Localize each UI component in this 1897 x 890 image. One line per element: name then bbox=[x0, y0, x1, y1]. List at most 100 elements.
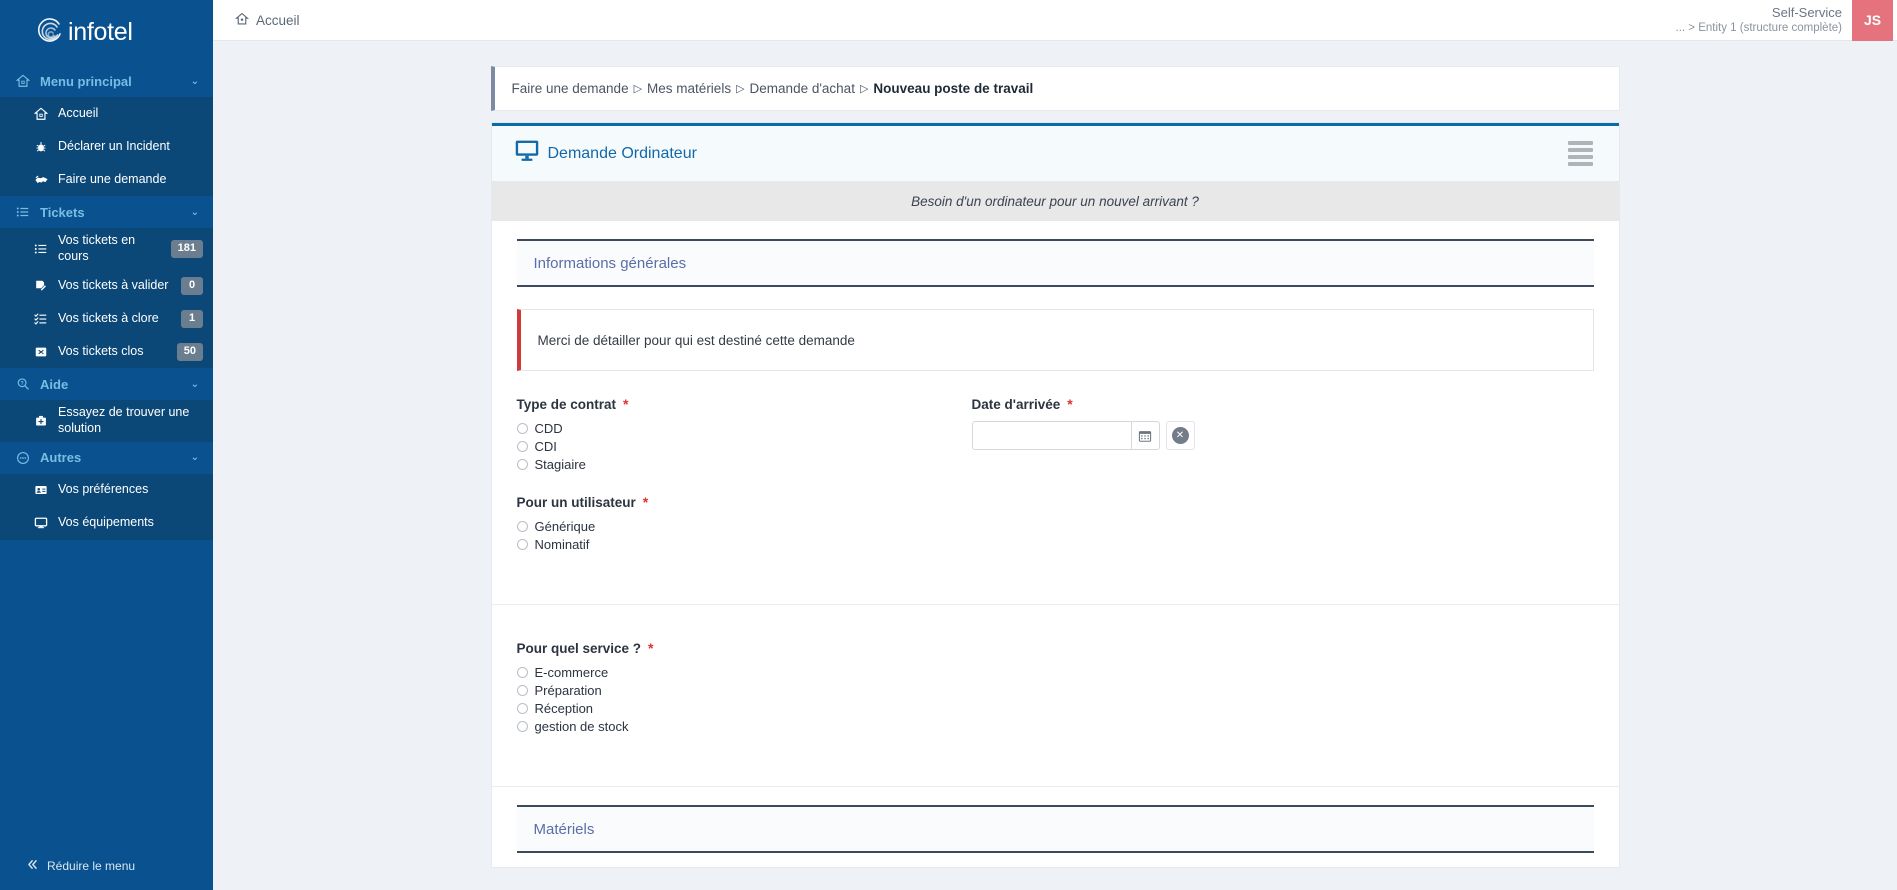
sidebar-item-vos-preferences[interactable]: Vos préférences bbox=[0, 474, 213, 507]
radio-option-gestion-de-stock[interactable]: gestion de stock bbox=[516, 719, 1594, 734]
field-label-text: Type de contrat bbox=[516, 396, 617, 412]
breadcrumb-item-1[interactable]: Mes matériels bbox=[647, 81, 731, 96]
section-header: Matériels bbox=[516, 805, 1594, 853]
profile-entity: ... > Entity 1 (structure complète) bbox=[1675, 21, 1843, 34]
sidebar: infotel Menu principal ⌄ Accueil Déclare… bbox=[0, 0, 213, 890]
breadcrumb-item-0[interactable]: Faire une demande bbox=[512, 81, 629, 96]
form-title: Demande Ordinateur bbox=[547, 144, 697, 162]
breadcrumb-separator: ▷ bbox=[736, 83, 745, 95]
required-marker: * bbox=[623, 396, 629, 412]
radio-option-label: Réception bbox=[534, 701, 594, 716]
profile-title: Self-Service bbox=[1771, 4, 1842, 20]
hamburger-menu-icon[interactable] bbox=[1564, 137, 1597, 170]
required-marker: * bbox=[1067, 396, 1073, 412]
form-notice-text: Merci de détailler pour qui est destiné … bbox=[537, 332, 855, 348]
field-label-type-de-contrat: Type de contrat * bbox=[517, 396, 972, 412]
field-label-date-arrivee: Date d'arrivée * bbox=[972, 396, 1594, 412]
radio-option-preparation[interactable]: Préparation bbox=[516, 683, 1594, 698]
avatar[interactable]: JS bbox=[1852, 0, 1893, 41]
form-header: Demande Ordinateur bbox=[491, 123, 1619, 181]
sidebar-group-items-autres: Vos préférences Vos équipements bbox=[0, 473, 213, 540]
home-icon bbox=[235, 12, 249, 29]
radio-option-stagiaire[interactable]: Stagiaire bbox=[516, 457, 972, 472]
radio-option-label: E-commerce bbox=[534, 665, 609, 680]
sidebar-item-badge: 1 bbox=[181, 309, 203, 328]
monitor-icon bbox=[514, 138, 540, 169]
checklist-icon bbox=[34, 312, 54, 326]
calendar-icon[interactable] bbox=[1131, 421, 1160, 450]
brand-logo-area[interactable]: infotel bbox=[0, 0, 213, 65]
sidebar-group-label: Aide bbox=[40, 376, 69, 392]
radio-dot-icon[interactable] bbox=[516, 721, 528, 732]
radio-dot-icon[interactable] bbox=[516, 441, 528, 452]
sidebar-item-vos-tickets-en-cours[interactable]: Vos tickets en cours 181 bbox=[0, 228, 213, 269]
sidebar-item-vos-tickets-clos[interactable]: Vos tickets clos 50 bbox=[0, 335, 213, 368]
sidebar-item-accueil[interactable]: Accueil bbox=[0, 97, 213, 130]
radio-option-reception[interactable]: Réception bbox=[516, 701, 1594, 716]
radio-option-nominatif[interactable]: Nominatif bbox=[516, 537, 972, 552]
breadcrumb: Faire une demande ▷ Mes matériels ▷ Dema… bbox=[490, 66, 1620, 111]
form-subtitle: Besoin d'un ordinateur pour un nouvel ar… bbox=[491, 181, 1619, 221]
search-help-icon: ? bbox=[16, 377, 34, 391]
double-chevron-left-icon bbox=[26, 858, 39, 874]
sidebar-item-faire-une-demande[interactable]: Faire une demande bbox=[0, 163, 213, 196]
svg-text:?: ? bbox=[21, 381, 24, 387]
sidebar-item-label: Vos équipements bbox=[58, 515, 154, 530]
bug-icon bbox=[34, 140, 54, 154]
list-icon bbox=[34, 242, 54, 256]
field-label-text: Pour un utilisateur bbox=[516, 494, 636, 510]
handshake-icon bbox=[34, 172, 54, 187]
fields-block-service: Pour quel service ? * E-commerce Prépara… bbox=[492, 605, 1619, 786]
required-marker: * bbox=[642, 494, 649, 510]
app-root: infotel Menu principal ⌄ Accueil Déclare… bbox=[0, 0, 1897, 890]
monitor-icon bbox=[34, 516, 54, 530]
section-informations-generales: Informations générales Merci de détaille… bbox=[491, 221, 1619, 371]
sidebar-group-aide[interactable]: ? Aide ⌄ bbox=[0, 368, 213, 401]
chevron-down-icon: ⌄ bbox=[190, 75, 199, 87]
radio-dot-icon[interactable] bbox=[516, 423, 528, 434]
fields-block-primary: Type de contrat * CDD CDI Stagiaire Pour… bbox=[492, 371, 1619, 604]
sidebar-group-label: Autres bbox=[40, 450, 82, 465]
sidebar-item-vos-equipements[interactable]: Vos équipements bbox=[0, 507, 213, 540]
radio-dot-icon[interactable] bbox=[516, 539, 528, 550]
radio-group-type-de-contrat: CDD CDI Stagiaire bbox=[516, 421, 972, 472]
clear-date-button[interactable]: ✕ bbox=[1165, 421, 1195, 450]
radio-option-cdi[interactable]: CDI bbox=[516, 439, 972, 454]
breadcrumb-separator: ▷ bbox=[859, 83, 869, 95]
radio-option-label: Stagiaire bbox=[534, 457, 586, 472]
sidebar-item-vos-tickets-a-clore[interactable]: Vos tickets à clore 1 bbox=[0, 302, 213, 335]
sidebar-nav: Menu principal ⌄ Accueil Déclarer un Inc… bbox=[0, 65, 213, 842]
radio-dot-icon[interactable] bbox=[516, 685, 528, 696]
breadcrumb-item-2[interactable]: Demande d'achat bbox=[750, 81, 855, 96]
sidebar-group-tickets[interactable]: Tickets ⌄ bbox=[0, 196, 213, 228]
radio-dot-icon[interactable] bbox=[516, 703, 528, 714]
radio-option-e-commerce[interactable]: E-commerce bbox=[516, 665, 1594, 680]
radio-option-generique[interactable]: Générique bbox=[516, 519, 972, 534]
sidebar-item-badge: 181 bbox=[170, 239, 203, 258]
radio-dot-icon[interactable] bbox=[516, 459, 528, 470]
close-box-icon bbox=[34, 345, 54, 359]
sidebar-group-autres[interactable]: Autres ⌄ bbox=[0, 441, 213, 474]
brand-name: infotel bbox=[68, 18, 133, 46]
date-arrivee-input[interactable] bbox=[971, 421, 1132, 450]
radio-option-cdd[interactable]: CDD bbox=[516, 421, 972, 436]
profile-info[interactable]: Self-Service ... > Entity 1 (structure c… bbox=[1676, 5, 1853, 36]
radio-dot-icon[interactable] bbox=[516, 667, 528, 678]
radio-option-label: Préparation bbox=[534, 683, 602, 698]
radio-option-label: Nominatif bbox=[534, 537, 590, 552]
topbar-home-link[interactable]: Accueil bbox=[235, 12, 300, 29]
radio-dot-icon[interactable] bbox=[516, 521, 528, 532]
field-label-pour-quel-service: Pour quel service ? * bbox=[517, 640, 1594, 656]
sidebar-group-label: Tickets bbox=[40, 204, 85, 220]
sidebar-item-vos-tickets-a-valider[interactable]: Vos tickets à valider 0 bbox=[0, 269, 213, 302]
collapse-menu-label: Réduire le menu bbox=[47, 859, 136, 873]
sidebar-item-badge: 50 bbox=[176, 342, 203, 361]
sidebar-item-declarer-un-incident[interactable]: Déclarer un Incident bbox=[0, 130, 213, 163]
sidebar-item-label: Vos préférences bbox=[58, 482, 149, 497]
radio-option-label: CDI bbox=[534, 439, 557, 454]
sidebar-item-label: Déclarer un Incident bbox=[58, 138, 170, 153]
sidebar-item-essayez-de-trouver-une-solution[interactable]: Essayez de trouver une solution bbox=[0, 400, 213, 441]
collapse-menu-button[interactable]: Réduire le menu bbox=[0, 842, 213, 890]
sidebar-group-menu-principal[interactable]: Menu principal ⌄ bbox=[0, 65, 213, 97]
field-label-text: Date d'arrivée bbox=[971, 396, 1061, 412]
